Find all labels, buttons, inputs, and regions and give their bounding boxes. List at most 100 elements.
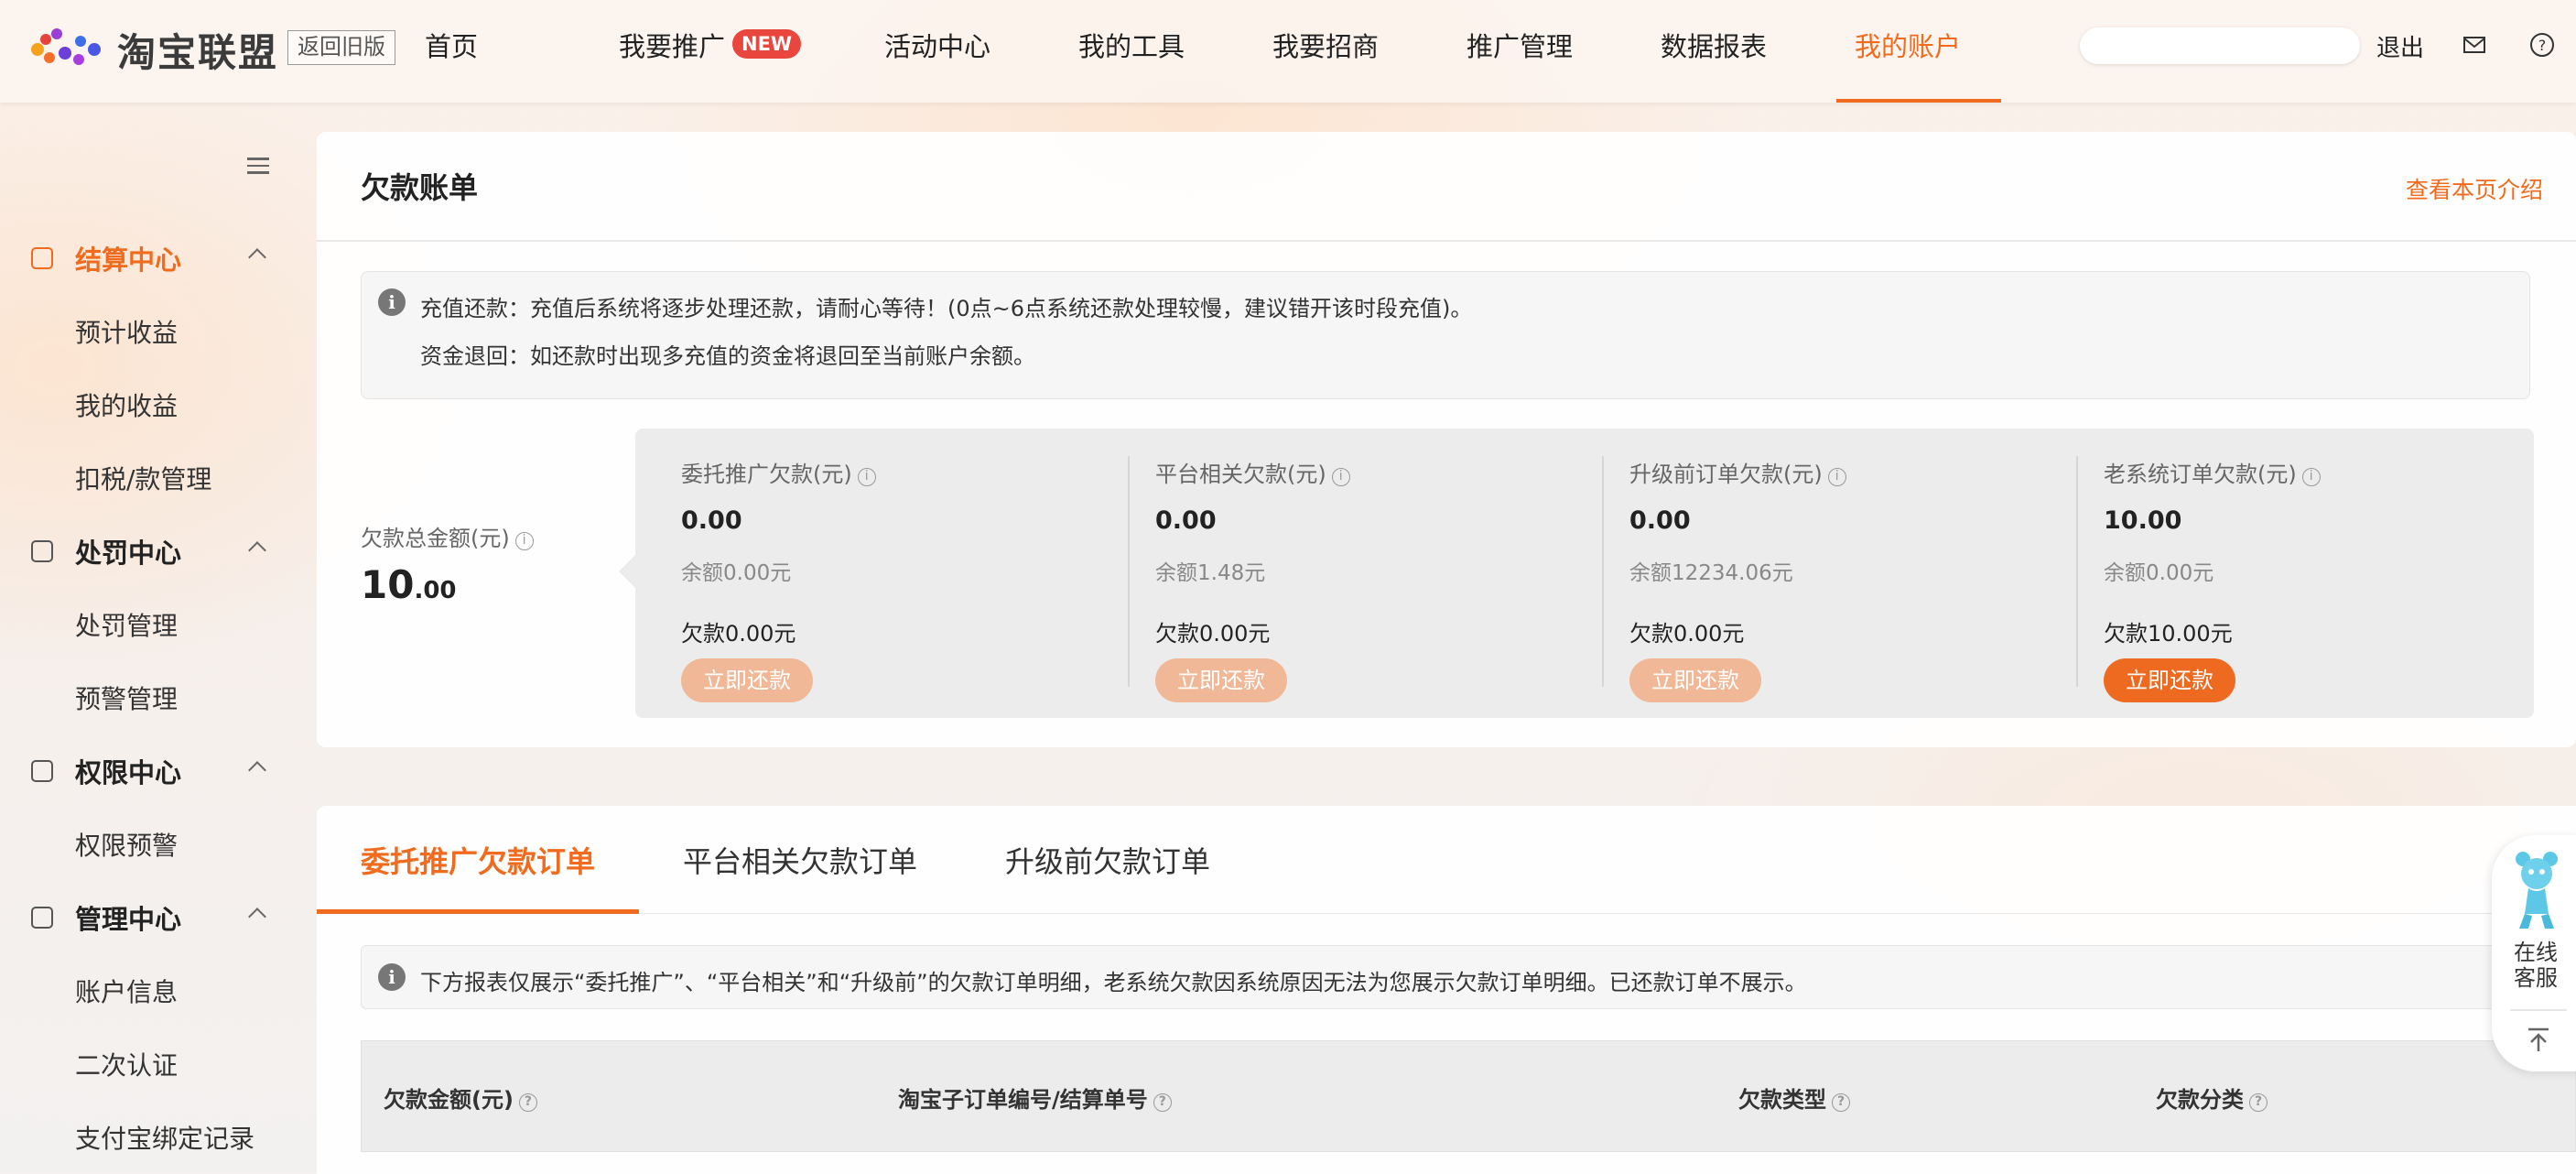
wallet-icon: [31, 247, 53, 269]
help-icon[interactable]: ?: [2528, 31, 2556, 59]
tab-platform-orders[interactable]: 平台相关欠款订单: [683, 839, 917, 881]
sidebar-section-settlement[interactable]: 结算中心: [31, 240, 269, 277]
new-badge: NEW: [732, 29, 802, 59]
question-icon[interactable]: ?: [2249, 1093, 2268, 1112]
owed-text: 欠款0.00元: [1155, 621, 1271, 647]
chevron-up-icon: [248, 248, 266, 266]
info-circle-icon[interactable]: i: [514, 532, 534, 550]
top-header: 淘宝联盟 返回旧版 首页 我要推广 NEW 活动中心 我的工具 我要招商 推广管理…: [0, 0, 2576, 103]
owed-text: 欠款0.00元: [681, 621, 796, 647]
back-to-top-icon[interactable]: [2525, 1026, 2552, 1053]
column-header-debt-category: 欠款分类?: [2156, 1082, 2268, 1114]
balance-text: 余额1.48元: [1155, 561, 1266, 585]
repay-button-entrusted[interactable]: 立即还款: [681, 658, 813, 702]
sidebar-section-penalty[interactable]: 处罚中心: [31, 533, 269, 570]
repay-button-pre-upgrade[interactable]: 立即还款: [1629, 658, 1761, 702]
info-circle-icon[interactable]: i: [1827, 468, 1846, 486]
column-header-debt-type: 欠款类型?: [1738, 1082, 1850, 1114]
debt-amount: 0.00: [1155, 506, 1217, 535]
repay-button-platform[interactable]: 立即还款: [1155, 658, 1287, 702]
debt-col-platform: 平台相关欠款(元) i 0.00 余额1.48元 欠款0.00元 立即还款: [1128, 456, 1629, 702]
orders-notice-box: i 下方报表仅展示“委托推广”、“平台相关”和“升级前”的欠款订单明细，老系统欠…: [361, 945, 2576, 1009]
debt-amount: 0.00: [681, 506, 742, 535]
tab-pre-upgrade-orders[interactable]: 升级前欠款订单: [1005, 839, 1210, 881]
nav-merchant-recruit[interactable]: 我要招商: [1272, 0, 1467, 103]
debt-col-entrusted: 委托推广欠款(元) i 0.00 余额0.00元 欠款0.00元 立即还款: [681, 456, 1155, 702]
mail-icon[interactable]: [2461, 31, 2488, 59]
online-service-label: 在线 客服: [2514, 940, 2558, 991]
order-tabs: 委托推广欠款订单 平台相关欠款订单 升级前欠款订单: [317, 806, 2576, 914]
total-debt-label: 欠款总金额(元) i: [361, 520, 534, 552]
page-title: 欠款账单: [361, 170, 479, 205]
column-header-amount: 欠款金额(元)?: [384, 1082, 537, 1114]
mascot-icon: [2516, 852, 2558, 929]
sidebar-item-second-auth[interactable]: 二次认证: [75, 1046, 178, 1082]
balance-text: 余额12234.06元: [1629, 561, 1793, 585]
debt-amount: 0.00: [1629, 506, 1691, 535]
permission-icon: [31, 760, 53, 782]
column-header-order-number: 淘宝子订单编号/结算单号?: [898, 1082, 1172, 1114]
main-nav: 首页 我要推广 NEW 活动中心 我的工具 我要招商 推广管理 数据报表 我的账户: [425, 0, 2001, 103]
info-circle-icon[interactable]: i: [857, 468, 876, 486]
sidebar-item-penalty-management[interactable]: 处罚管理: [75, 606, 178, 643]
old-version-button[interactable]: 返回旧版: [287, 30, 395, 65]
sidebar-item-expected-income[interactable]: 预计收益: [75, 313, 178, 350]
logout-link[interactable]: 退出: [2376, 29, 2424, 63]
chevron-up-icon: [248, 761, 266, 779]
info-icon: i: [378, 288, 406, 316]
debt-col-pre-upgrade: 升级前订单欠款(元) i 0.00 余额12234.06元 欠款0.00元 立即还…: [1602, 456, 2104, 702]
question-icon[interactable]: ?: [1153, 1093, 1172, 1112]
debt-bill-card: 欠款账单 查看本页介绍 i 充值还款：充值后系统将逐步处理还款，请耐心等待！(0…: [317, 132, 2576, 747]
document-icon: [31, 540, 53, 562]
sidebar-item-tax-management[interactable]: 扣税/款管理: [75, 460, 211, 496]
user-account-pill[interactable]: [2080, 27, 2360, 64]
debt-amount: 10.00: [2104, 506, 2182, 535]
nav-my-tools[interactable]: 我的工具: [1078, 0, 1272, 103]
total-debt-value: 10.00: [361, 562, 457, 607]
menu-collapse-icon[interactable]: [247, 158, 269, 176]
taobao-union-logo[interactable]: 淘宝联盟: [31, 24, 278, 75]
tab-entrusted-orders[interactable]: 委托推广欠款订单: [361, 839, 595, 881]
notice-line-refund: 资金退回：如还款时出现多充值的资金将退回至当前账户余额。: [420, 343, 1035, 369]
logo-text: 淘宝联盟: [117, 29, 279, 75]
divider: [317, 240, 2576, 242]
debt-orders-card: 委托推广欠款订单 平台相关欠款订单 升级前欠款订单 i 下方报表仅展示“委托推广…: [317, 806, 2576, 1174]
sidebar-item-alipay-binding[interactable]: 支付宝绑定记录: [75, 1119, 254, 1156]
nav-activity-center[interactable]: 活动中心: [884, 0, 1078, 103]
nav-promote[interactable]: 我要推广 NEW: [619, 0, 884, 103]
info-circle-icon[interactable]: i: [1331, 468, 1350, 486]
owed-text: 欠款10.00元: [2104, 621, 2233, 647]
nav-promotion-management[interactable]: 推广管理: [1467, 0, 1661, 103]
nav-home[interactable]: 首页: [425, 0, 619, 103]
orders-table-header: 欠款金额(元)? 淘宝子订单编号/结算单号? 欠款类型? 欠款分类?: [361, 1040, 2576, 1152]
repay-button-old-system[interactable]: 立即还款: [2104, 658, 2235, 702]
chevron-up-icon: [248, 908, 266, 926]
question-icon[interactable]: ?: [1832, 1093, 1850, 1112]
owed-text: 欠款0.00元: [1629, 621, 1745, 647]
info-circle-icon[interactable]: i: [2301, 468, 2321, 486]
balance-text: 余额0.00元: [2104, 561, 2214, 585]
page-intro-link[interactable]: 查看本页介绍: [2406, 172, 2543, 205]
sidebar-item-account-info[interactable]: 账户信息: [75, 973, 178, 1009]
online-service-widget[interactable]: 在线 客服: [2492, 835, 2576, 1071]
box-icon: [31, 907, 53, 929]
sidebar-section-permission[interactable]: 权限中心: [31, 753, 269, 789]
chevron-up-icon: [248, 541, 266, 560]
sidebar-item-warning-management[interactable]: 预警管理: [75, 679, 178, 716]
debt-breakdown-panel: 委托推广欠款(元) i 0.00 余额0.00元 欠款0.00元 立即还款 平台相…: [619, 429, 2534, 718]
sidebar-section-management[interactable]: 管理中心: [31, 899, 269, 936]
orders-notice-text: 下方报表仅展示“委托推广”、“平台相关”和“升级前”的欠款订单明细，老系统欠款因…: [420, 970, 1807, 995]
divider: [2510, 1009, 2567, 1011]
debt-col-old-system: 老系统订单欠款(元) i 10.00 余额0.00元 欠款10.00元 立即还款: [2076, 456, 2576, 702]
active-tab-indicator: [317, 909, 639, 914]
nav-data-reports[interactable]: 数据报表: [1661, 0, 1855, 103]
logo-dots-icon: [31, 28, 108, 71]
notice-line-recharge: 充值还款：充值后系统将逐步处理还款，请耐心等待！(0点~6点系统还款处理较慢，建…: [420, 296, 1473, 321]
info-icon: i: [378, 963, 406, 991]
question-icon[interactable]: ?: [518, 1093, 537, 1112]
sidebar-item-permission-warning[interactable]: 权限预警: [75, 826, 178, 863]
nav-my-account[interactable]: 我的账户: [1836, 0, 2001, 103]
notice-box: i 充值还款：充值后系统将逐步处理还款，请耐心等待！(0点~6点系统还款处理较慢…: [361, 271, 2530, 399]
sidebar-item-my-income[interactable]: 我的收益: [75, 386, 178, 423]
balance-text: 余额0.00元: [681, 561, 792, 585]
